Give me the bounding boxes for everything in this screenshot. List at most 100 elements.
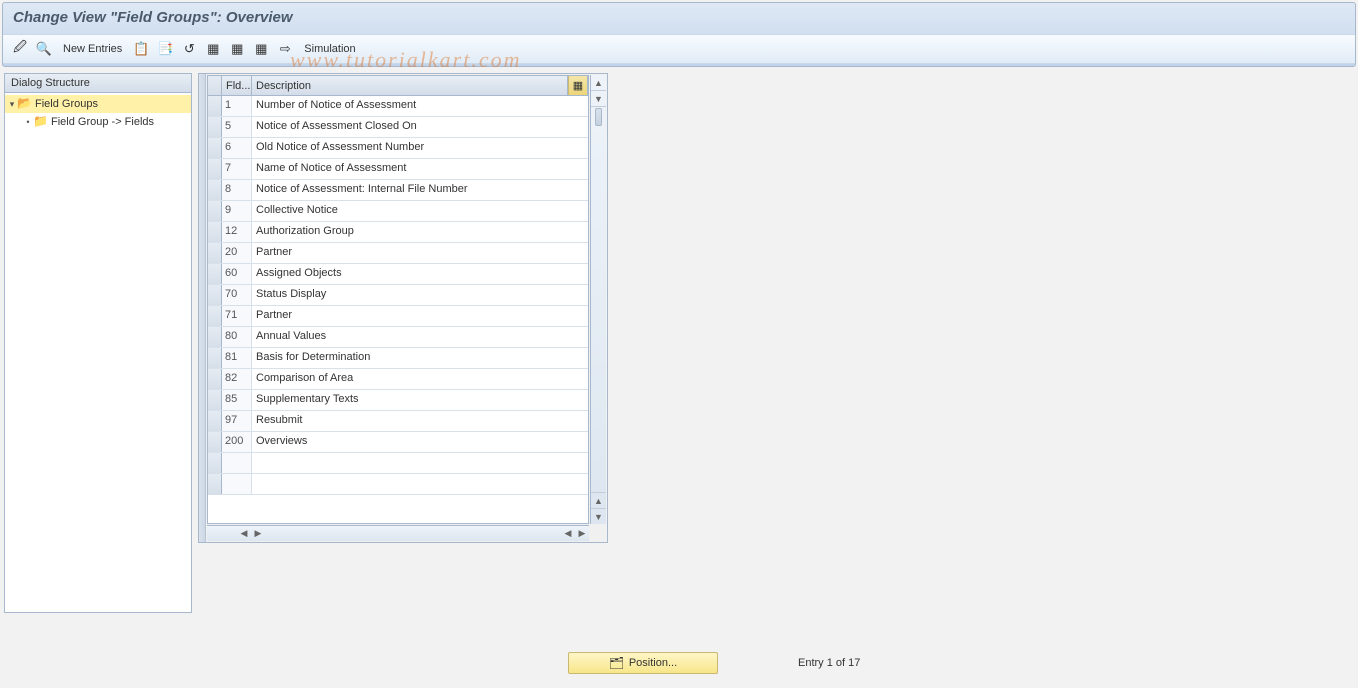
tree-item-field-group-fields[interactable]: • Field Group -> Fields: [5, 113, 191, 131]
cell-description[interactable]: [252, 453, 588, 473]
row-selector[interactable]: [208, 159, 222, 179]
row-selector[interactable]: [208, 180, 222, 200]
scroll-track[interactable]: [593, 108, 604, 491]
cell-fld[interactable]: 85: [222, 390, 252, 410]
table-row[interactable]: 60Assigned Objects: [208, 264, 588, 285]
cell-fld[interactable]: [222, 474, 252, 494]
cell-description[interactable]: Overviews: [252, 432, 588, 452]
row-selector[interactable]: [208, 390, 222, 410]
vertical-scrollbar[interactable]: ▲ ▼ ▲ ▼: [590, 75, 606, 524]
table-row[interactable]: 8Notice of Assessment: Internal File Num…: [208, 180, 588, 201]
cell-fld[interactable]: 80: [222, 327, 252, 347]
table-row[interactable]: 12Authorization Group: [208, 222, 588, 243]
deselect-icon[interactable]: ▦: [252, 40, 270, 58]
table-row[interactable]: 81Basis for Determination: [208, 348, 588, 369]
cell-fld[interactable]: 6: [222, 138, 252, 158]
row-selector[interactable]: [208, 432, 222, 452]
table-row[interactable]: 82Comparison of Area: [208, 369, 588, 390]
table-row[interactable]: [208, 453, 588, 474]
cell-description[interactable]: Basis for Determination: [252, 348, 588, 368]
cell-description[interactable]: Number of Notice of Assessment: [252, 96, 588, 116]
chevron-down-icon[interactable]: ▾: [7, 99, 17, 110]
table-row[interactable]: 71Partner: [208, 306, 588, 327]
cell-fld[interactable]: 97: [222, 411, 252, 431]
scroll-down-icon[interactable]: ▼: [591, 508, 606, 524]
form-icon[interactable]: 📑: [156, 40, 174, 58]
row-selector[interactable]: [208, 348, 222, 368]
undo-icon[interactable]: ↺: [180, 40, 198, 58]
row-selector[interactable]: [208, 96, 222, 116]
row-selector[interactable]: [208, 474, 222, 494]
table-settings-icon[interactable]: ▦: [568, 76, 588, 95]
scroll-thumb[interactable]: [595, 108, 602, 126]
column-header-description[interactable]: Description: [252, 76, 568, 95]
cell-description[interactable]: Comparison of Area: [252, 369, 588, 389]
cell-description[interactable]: Name of Notice of Assessment: [252, 159, 588, 179]
table-row[interactable]: 85Supplementary Texts: [208, 390, 588, 411]
table-row[interactable]: 6Old Notice of Assessment Number: [208, 138, 588, 159]
cell-fld[interactable]: 81: [222, 348, 252, 368]
cell-fld[interactable]: 1: [222, 96, 252, 116]
cell-fld[interactable]: 71: [222, 306, 252, 326]
row-selector[interactable]: [208, 306, 222, 326]
position-button[interactable]: 🗂 Position...: [568, 652, 718, 674]
row-selector[interactable]: [208, 222, 222, 242]
table-row[interactable]: 70Status Display: [208, 285, 588, 306]
table-row[interactable]: 97Resubmit: [208, 411, 588, 432]
export-icon[interactable]: ⇨: [276, 40, 294, 58]
row-selector[interactable]: [208, 138, 222, 158]
scroll-right-start-icon[interactable]: ▶: [251, 527, 265, 541]
cell-fld[interactable]: 20: [222, 243, 252, 263]
cell-description[interactable]: Old Notice of Assessment Number: [252, 138, 588, 158]
cell-fld[interactable]: 12: [222, 222, 252, 242]
scroll-left-icon[interactable]: ◀: [237, 527, 251, 541]
cell-description[interactable]: Annual Values: [252, 327, 588, 347]
cell-fld[interactable]: 70: [222, 285, 252, 305]
row-selector[interactable]: [208, 264, 222, 284]
table-row[interactable]: 20Partner: [208, 243, 588, 264]
cell-description[interactable]: Notice of Assessment Closed On: [252, 117, 588, 137]
cell-description[interactable]: Status Display: [252, 285, 588, 305]
cell-description[interactable]: Assigned Objects: [252, 264, 588, 284]
cell-fld[interactable]: 200: [222, 432, 252, 452]
select-block-icon[interactable]: ▦: [228, 40, 246, 58]
table-row[interactable]: 200Overviews: [208, 432, 588, 453]
scroll-left-end-icon[interactable]: ◀: [561, 527, 575, 541]
row-selector[interactable]: [208, 327, 222, 347]
table-row[interactable]: [208, 474, 588, 495]
row-selector[interactable]: [208, 201, 222, 221]
cell-description[interactable]: Partner: [252, 306, 588, 326]
column-header-fld[interactable]: Fld...: [222, 76, 252, 95]
find-icon[interactable]: 🔍: [35, 40, 53, 58]
select-all-icon[interactable]: ▦: [204, 40, 222, 58]
scroll-right-icon[interactable]: ▶: [575, 527, 589, 541]
change-icon[interactable]: 🖉: [11, 40, 29, 58]
cell-fld[interactable]: 82: [222, 369, 252, 389]
table-row[interactable]: 1Number of Notice of Assessment: [208, 96, 588, 117]
tree-item-field-groups[interactable]: ▾ Field Groups: [5, 95, 191, 113]
cell-fld[interactable]: 7: [222, 159, 252, 179]
cell-fld[interactable]: 5: [222, 117, 252, 137]
row-selector[interactable]: [208, 453, 222, 473]
cell-description[interactable]: Resubmit: [252, 411, 588, 431]
simulation-button[interactable]: Simulation: [300, 40, 359, 58]
scroll-down-step-icon[interactable]: ▲: [591, 492, 606, 508]
row-selector[interactable]: [208, 243, 222, 263]
new-entries-button[interactable]: New Entries: [59, 40, 126, 58]
row-selector[interactable]: [208, 117, 222, 137]
row-selector[interactable]: [208, 369, 222, 389]
cell-description[interactable]: Collective Notice: [252, 201, 588, 221]
table-row[interactable]: 5Notice of Assessment Closed On: [208, 117, 588, 138]
horizontal-scrollbar[interactable]: ◀ ▶ ◀ ▶: [207, 525, 589, 541]
table-row[interactable]: 9Collective Notice: [208, 201, 588, 222]
cell-fld[interactable]: 60: [222, 264, 252, 284]
cell-description[interactable]: Partner: [252, 243, 588, 263]
row-selector[interactable]: [208, 411, 222, 431]
cell-fld[interactable]: 9: [222, 201, 252, 221]
cell-description[interactable]: Authorization Group: [252, 222, 588, 242]
row-selector-header[interactable]: [208, 76, 222, 95]
cell-fld[interactable]: 8: [222, 180, 252, 200]
cell-description[interactable]: Supplementary Texts: [252, 390, 588, 410]
copy-icon[interactable]: 📋: [132, 40, 150, 58]
scroll-up-step-icon[interactable]: ▼: [591, 91, 606, 107]
